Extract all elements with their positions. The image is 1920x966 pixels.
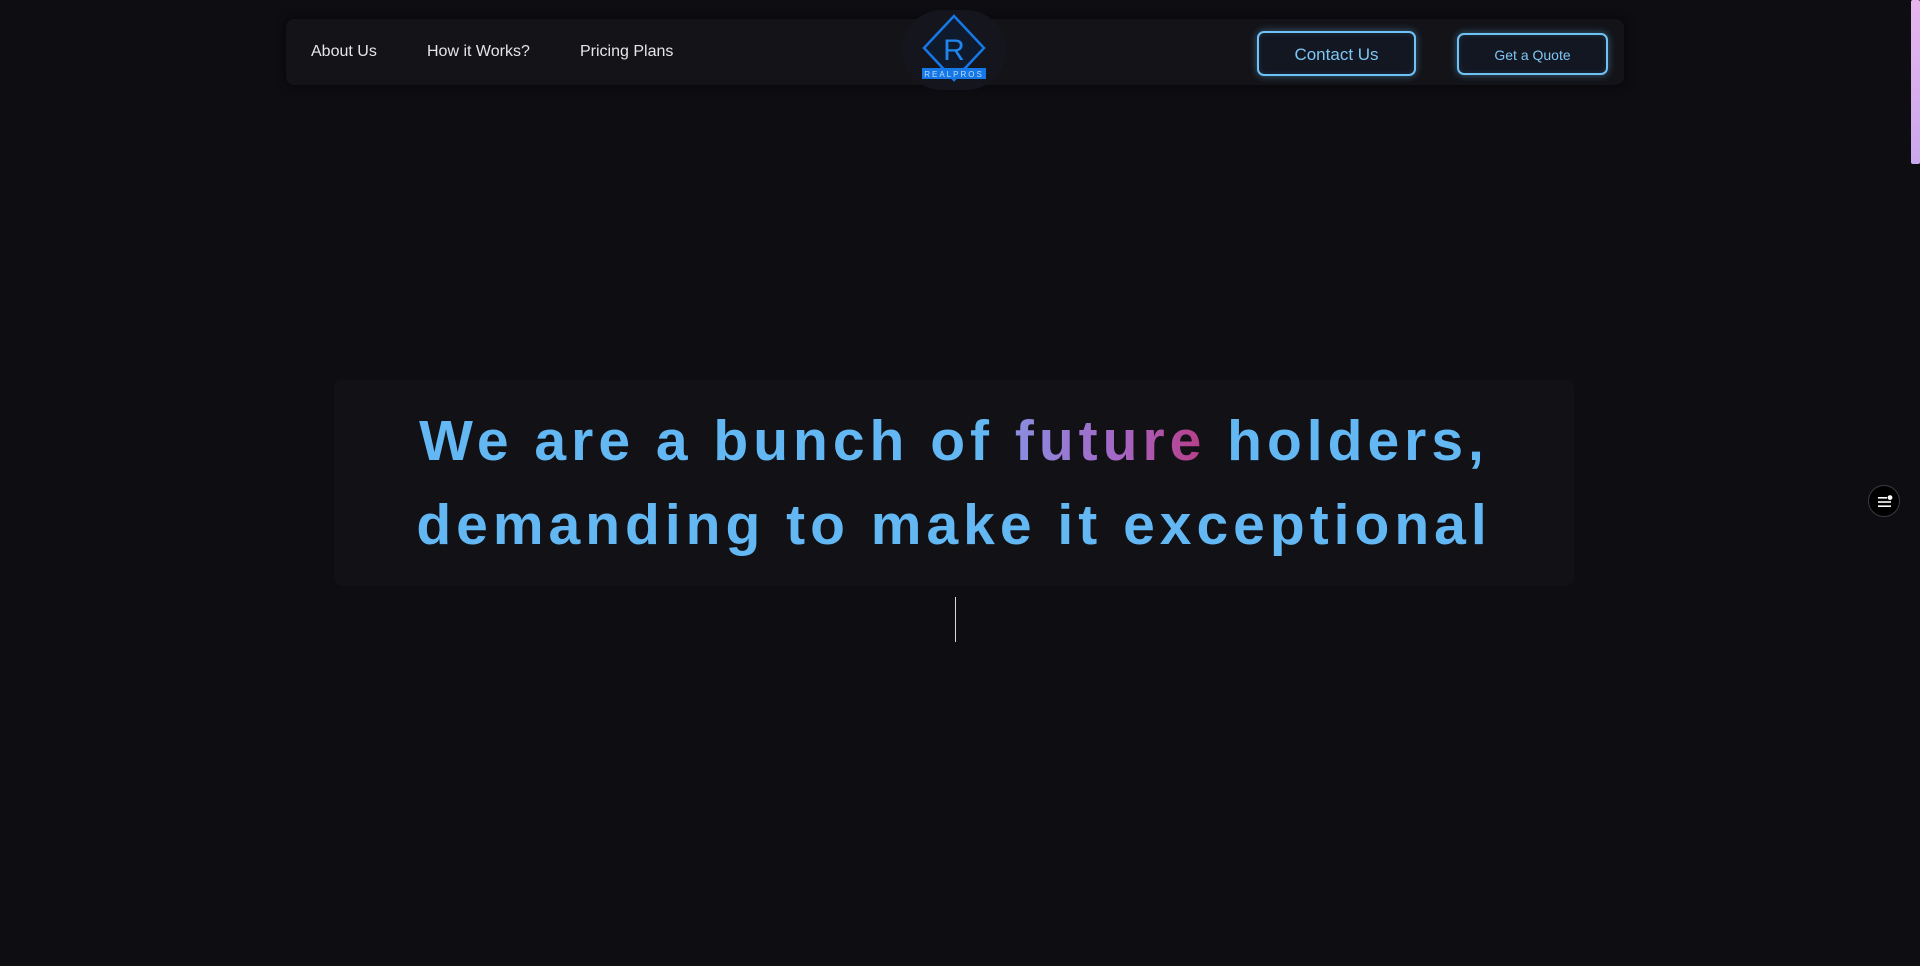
hero-text-before: We are a bunch of (419, 409, 1015, 473)
realpros-logo[interactable]: R REALPROS (902, 10, 1006, 90)
logo-mark: R REALPROS (922, 14, 986, 82)
nav-link-how-it-works[interactable]: How it Works? (427, 19, 530, 85)
side-menu-button[interactable] (1868, 485, 1900, 517)
get-a-quote-button[interactable]: Get a Quote (1457, 33, 1608, 75)
nav-link-about-us[interactable]: About Us (311, 19, 377, 85)
hero-text-after: holders, (1206, 409, 1489, 473)
scrollbar-thumb[interactable] (1911, 0, 1920, 164)
hero-highlight-future: future (1014, 409, 1207, 473)
logo-letter: R (943, 34, 965, 67)
logo-wordmark: REALPROS (924, 70, 984, 79)
scroll-cue-line (955, 597, 956, 642)
hero-heading-line-2: demanding to make it exceptional (416, 493, 1492, 557)
landing-page: About Us How it Works? Pricing Plans R R… (0, 0, 1920, 966)
contact-us-button[interactable]: Contact Us (1257, 31, 1416, 76)
nav-link-pricing-plans[interactable]: Pricing Plans (580, 19, 673, 85)
menu-dot-icon (1878, 495, 1893, 507)
hero-heading-line-1: We are a bunch of future holders, (334, 408, 1574, 474)
hero-heading-box: We are a bunch of future holders, demand… (334, 380, 1574, 586)
